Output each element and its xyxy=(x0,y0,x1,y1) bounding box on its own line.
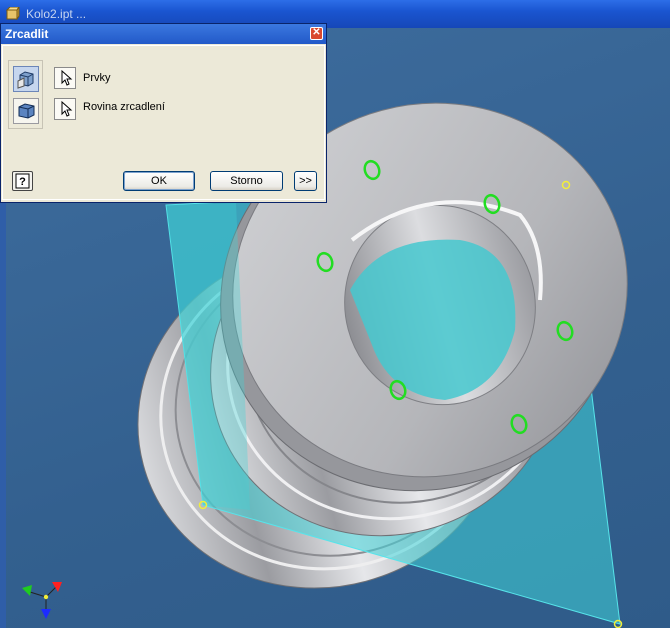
ok-button[interactable]: OK xyxy=(123,171,195,191)
features-select-button[interactable] xyxy=(54,67,76,89)
mirror-plane-label: Rovina zrcadlení xyxy=(83,101,165,113)
help-icon: ? xyxy=(15,173,30,189)
document-title: Kolo2.ipt ... xyxy=(26,7,87,21)
dialog-title: Zrcadlit xyxy=(5,27,49,41)
features-label: Prvky xyxy=(83,72,111,84)
close-button[interactable]: ✕ xyxy=(310,27,323,40)
mirror-plane-select-button[interactable] xyxy=(54,98,76,120)
cursor-arrow-icon xyxy=(61,69,73,86)
close-icon: ✕ xyxy=(312,27,321,38)
mirror-features-icon xyxy=(17,71,34,89)
svg-text:?: ? xyxy=(19,176,26,188)
help-button[interactable]: ? xyxy=(12,171,33,191)
cursor-arrow-icon xyxy=(61,100,73,117)
cancel-button[interactable]: Storno xyxy=(210,171,283,191)
dialog-title-bar[interactable]: Zrcadlit ✕ xyxy=(1,24,326,44)
mirror-mode-group xyxy=(8,60,43,129)
mirror-body-button[interactable] xyxy=(13,98,39,124)
mirror-features-button[interactable] xyxy=(13,66,39,92)
axis-triad-icon xyxy=(22,582,62,619)
more-options-button[interactable]: >> xyxy=(294,171,317,191)
document-icon xyxy=(6,7,20,20)
mirror-plane-icon xyxy=(18,103,35,119)
